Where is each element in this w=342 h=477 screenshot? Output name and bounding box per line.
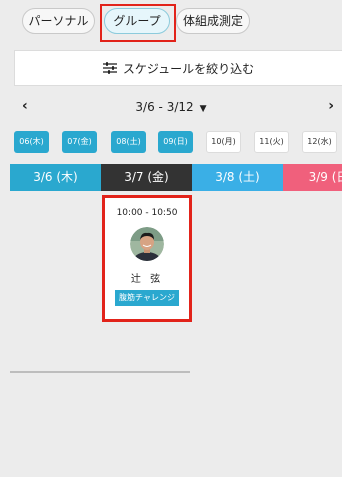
schedule-grid: 10:00 - 10:50 辻 弦 腹筋チャレンジ <box>0 191 342 477</box>
day-chip-08[interactable]: 08(土) <box>111 131 146 153</box>
selected-tab-highlight <box>100 4 176 42</box>
day-header-0308: 3/8 (土) <box>192 164 283 191</box>
lesson-card[interactable]: 10:00 - 10:50 辻 弦 腹筋チャレンジ <box>102 195 192 322</box>
horizontal-scrollbar[interactable] <box>10 371 190 373</box>
lesson-tag: 腹筋チャレンジ <box>115 290 179 306</box>
next-week-icon[interactable]: › <box>328 98 334 114</box>
sliders-icon <box>102 62 117 74</box>
week-range-selector[interactable]: 3/6 - 3/12 ▼ <box>0 100 342 114</box>
trainer-name: 辻 弦 <box>130 274 164 285</box>
day-chip-row: 06(木) 07(金) 08(土) 09(日) 10(月) 11(火) 12(水… <box>14 131 342 153</box>
day-header-0307: 3/7 (金) <box>101 164 192 191</box>
day-chip-09[interactable]: 09(日) <box>158 131 193 153</box>
day-chip-12[interactable]: 12(水) <box>302 131 337 153</box>
day-header-row: 3/6 (木) 3/7 (金) 3/8 (土) 3/9 (日 <box>0 164 342 191</box>
trainer-avatar <box>130 227 164 261</box>
tab-body-composition[interactable]: 体組成測定 <box>176 8 250 34</box>
week-navigation: ‹ 3/6 - 3/12 ▼ › <box>0 96 342 118</box>
week-range-label: 3/6 - 3/12 <box>135 100 194 114</box>
lesson-card-body: 10:00 - 10:50 辻 弦 腹筋チャレンジ <box>107 200 187 317</box>
day-chip-11[interactable]: 11(火) <box>254 131 289 153</box>
day-chip-06[interactable]: 06(木) <box>14 131 49 153</box>
day-chip-07[interactable]: 07(金) <box>62 131 97 153</box>
filter-label: スケジュールを絞り込む <box>122 61 255 76</box>
day-header-0309: 3/9 (日 <box>283 164 342 191</box>
dropdown-caret-icon: ▼ <box>199 104 207 114</box>
tab-personal[interactable]: パーソナル <box>22 8 95 34</box>
lesson-time: 10:00 - 10:50 <box>116 208 178 218</box>
filter-schedule-button[interactable]: スケジュールを絞り込む <box>14 50 342 86</box>
day-header-0306: 3/6 (木) <box>10 164 101 191</box>
day-chip-10[interactable]: 10(月) <box>206 131 241 153</box>
